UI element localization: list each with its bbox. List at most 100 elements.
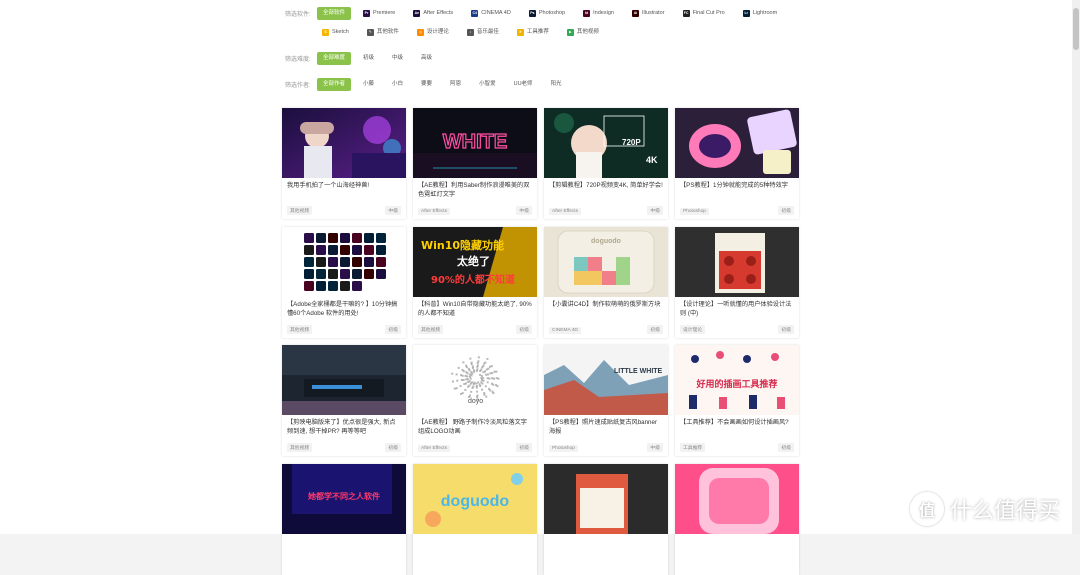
difficulty-chip[interactable]: 中级 (386, 52, 409, 65)
software-chip[interactable]: 全部软件 (317, 7, 352, 20)
software-chip[interactable]: S Sketch (316, 26, 355, 39)
difficulty-chip[interactable]: 全部难度 (317, 52, 352, 65)
video-card[interactable]: 她都学不同之人软件 (282, 463, 406, 575)
software-chip[interactable]: ♪ 音乐最佳 (461, 26, 505, 39)
author-chip-label: 要要 (421, 81, 433, 87)
video-thumbnail[interactable] (675, 463, 799, 534)
software-logo-icon: Pr (363, 10, 371, 17)
video-title[interactable]: 【PS教程】1分钟就能完成的5种特效字 (680, 181, 794, 190)
video-title[interactable]: 【AE教程】利用Saber制作浪漫唯美的双色霓虹灯文字 (418, 181, 532, 199)
difficulty-chip[interactable]: 初级 (357, 52, 380, 65)
video-thumbnail[interactable]: 她都学不同之人软件 (282, 463, 406, 534)
software-tag[interactable]: Photoshop (680, 208, 709, 215)
video-thumbnail[interactable] (675, 108, 799, 178)
difficulty-tag: 初级 (516, 324, 532, 334)
software-chip[interactable]: FC Final Cut Pro (677, 7, 731, 20)
scrollbar[interactable] (1072, 0, 1080, 534)
author-chip[interactable]: UU老师 (508, 78, 539, 91)
software-chip[interactable]: Ae After Effects (407, 7, 459, 20)
watermark-text: 什么值得买 (950, 499, 1061, 524)
difficulty-tag: 初级 (778, 443, 794, 452)
software-chip[interactable]: ◎ 设计理论 (411, 26, 455, 39)
video-title[interactable]: 【剪辑教程】720P视频变4K, 简单好学会! (549, 181, 663, 190)
video-card[interactable] (675, 463, 799, 575)
author-chip-label: 小白 (392, 81, 404, 87)
software-tag[interactable]: 设计理论 (680, 324, 706, 334)
video-title[interactable]: 【工具推荐】不会画画如何设计插画风? (680, 418, 794, 427)
video-thumbnail[interactable] (282, 345, 406, 415)
difficulty-tag: 中级 (516, 206, 532, 215)
software-tag[interactable]: 其他视频 (418, 324, 444, 334)
software-chip[interactable]: ★ 工具推荐 (511, 26, 555, 39)
software-tag[interactable]: Photoshop (549, 445, 578, 452)
video-card[interactable] (544, 463, 668, 575)
video-thumbnail[interactable]: doguodo (413, 463, 537, 534)
difficulty-tag: 中级 (385, 206, 401, 215)
software-tag[interactable]: After Effects (418, 208, 451, 215)
video-card[interactable]: 【PS教程】1分钟就能完成的5种特效字 Photoshop 初级 (675, 108, 799, 219)
author-chip[interactable]: 小智爱 (473, 78, 502, 91)
software-chip[interactable]: Pr Premiere (357, 7, 401, 20)
video-card[interactable]: Win10隐藏功能 太绝了 90%的人都不知道【科普】Win10自带隐藏功能太绝了,… (413, 226, 537, 338)
video-card[interactable]: doguodo (413, 463, 537, 575)
video-thumbnail[interactable]: Win10隐藏功能 太绝了 90%的人都不知道 (413, 226, 537, 297)
video-title[interactable]: 【设计理论】一听就懂的用户体验设计法则 (中) (680, 300, 794, 318)
author-chip-label: UU老师 (513, 81, 533, 87)
software-tag[interactable]: 其他视频 (287, 324, 313, 334)
video-title[interactable]: 我用手机拍了一个山海经神兽! (287, 181, 401, 190)
video-thumbnail[interactable] (282, 108, 406, 178)
video-card[interactable]: doyo 【AE教程】 野路子制作冷淡风粒落文字组成LOGO动画 After Eff… (413, 345, 537, 456)
software-chip[interactable]: Ai Illustrator (626, 7, 671, 20)
video-thumbnail[interactable]: LITTLE WHITE (544, 345, 668, 415)
software-chip-label: Sketch (332, 29, 349, 35)
video-title[interactable]: 【剪映电脑版来了】优点很是强大, 新点频到速, 想干掉PR? 再等等吧 (287, 418, 401, 436)
software-tag[interactable]: CINEMA 4D (549, 326, 581, 334)
software-tag[interactable]: 工具推荐 (680, 443, 706, 452)
software-logo-icon: ◎ (416, 29, 424, 36)
video-title[interactable]: 【PS教程】照片速成贴纸复古风banner海报 (549, 418, 663, 436)
video-thumbnail[interactable]: doguodo (544, 226, 668, 297)
author-chip-label: 全部作者 (323, 81, 346, 87)
thumb-darkscreen-text: 她都学不同之人软件 (308, 491, 380, 501)
software-tag[interactable]: After Effects (418, 445, 451, 452)
video-title[interactable]: 【小囊讲C4D】制作软萌萌的俄罗斯方块 (549, 300, 663, 309)
video-card[interactable]: 720P 4K 【剪辑教程】720P视频变4K, 简单好学会! After Effec… (544, 108, 668, 219)
thumb-4k-text: 4K (646, 155, 658, 165)
software-chip[interactable]: Lr Lightroom (737, 7, 783, 20)
author-chip[interactable]: 全部作者 (317, 78, 352, 91)
author-chip[interactable]: 小藤 (357, 78, 380, 91)
author-chip[interactable]: 小白 (386, 78, 409, 91)
video-card[interactable]: LITTLE WHITE 【PS教程】照片速成贴纸复古风banner海报 Photo… (544, 345, 668, 456)
software-chip[interactable]: Id Indesign (577, 7, 620, 20)
software-chip[interactable]: Ps Photoshop (523, 7, 571, 20)
video-card[interactable]: WHITE 【AE教程】利用Saber制作浪漫唯美的双色霓虹灯文字 After Ef… (413, 108, 537, 219)
video-thumbnail[interactable] (675, 226, 799, 297)
software-chip[interactable]: ✎ 其他软件 (361, 26, 405, 39)
scrollbar-thumb[interactable] (1073, 8, 1079, 50)
video-thumbnail[interactable] (282, 226, 406, 297)
video-card[interactable]: 【Adobe全家桶都是干嘛的? 】10分钟搞懂60个Adobe 软件的用处! 其他… (282, 226, 406, 338)
video-card[interactable]: 我用手机拍了一个山海经神兽! 其他视频 中级 (282, 108, 406, 219)
video-card[interactable]: 好用的插画工具推荐【工具推荐】不会画画如何设计插画风? 工具推荐 初级 (675, 345, 799, 456)
difficulty-chip-label: 高级 (421, 55, 433, 61)
video-title[interactable]: 【Adobe全家桶都是干嘛的? 】10分钟搞懂60个Adobe 软件的用处! (287, 300, 401, 318)
video-thumbnail[interactable]: WHITE (413, 108, 537, 178)
software-chip[interactable]: C4 CINEMA 4D (465, 7, 517, 20)
video-thumbnail[interactable]: 720P 4K (544, 108, 668, 178)
video-card[interactable]: doguodo 【小囊讲C4D】制作软萌萌的俄罗斯方块 CINEMA 4D 初级 (544, 226, 668, 338)
video-card[interactable]: 【设计理论】一听就懂的用户体验设计法则 (中) 设计理论 初级 (675, 226, 799, 338)
video-thumbnail[interactable] (544, 463, 668, 534)
author-chip[interactable]: 要要 (415, 78, 438, 91)
difficulty-chip[interactable]: 高级 (415, 52, 438, 65)
software-tag[interactable]: After Effects (549, 208, 582, 215)
video-title[interactable]: 【科普】Win10自带隐藏功能太绝了, 90%的人都不知道 (418, 300, 532, 318)
author-chip[interactable]: 阳光 (545, 78, 568, 91)
software-tag[interactable]: 其他视频 (287, 206, 313, 215)
author-chip[interactable]: 阿恩 (444, 78, 467, 91)
software-chip[interactable]: ▶ 其他视频 (561, 26, 605, 39)
video-thumbnail[interactable]: 好用的插画工具推荐 (675, 345, 799, 415)
video-thumbnail[interactable]: doyo (413, 345, 537, 415)
video-card[interactable]: 【剪映电脑版来了】优点很是强大, 新点频到速, 想干掉PR? 再等等吧 其他视频 初… (282, 345, 406, 456)
software-tag[interactable]: 其他视频 (287, 443, 313, 452)
video-title[interactable]: 【AE教程】 野路子制作冷淡风粒落文字组成LOGO动画 (418, 418, 532, 436)
